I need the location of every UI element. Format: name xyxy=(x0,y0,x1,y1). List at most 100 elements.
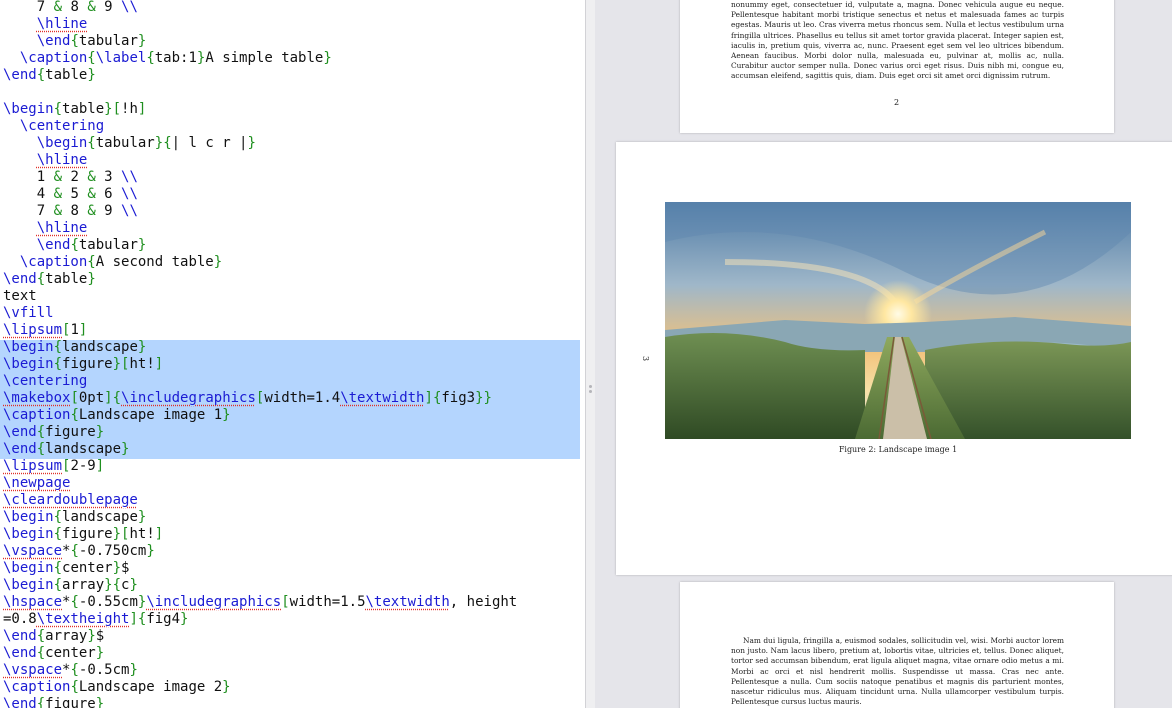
code-line[interactable]: \hspace*{-0.55cm}\includegraphics[width=… xyxy=(3,594,517,611)
code-token: ] xyxy=(129,611,138,627)
code-line[interactable]: \caption{\label{tab:1}A simple table} xyxy=(3,50,332,67)
code-line[interactable]: \centering xyxy=(3,118,104,135)
code-line[interactable]: \vspace*{-0.750cm} xyxy=(3,543,155,560)
code-token: } xyxy=(222,407,231,423)
pane-splitter[interactable] xyxy=(585,0,595,708)
code-line[interactable]: \hline xyxy=(3,152,88,169)
code-token: fig3 xyxy=(441,390,476,406)
code-token: \hline xyxy=(36,152,88,168)
code-token: \makebox xyxy=(3,390,71,406)
code-line[interactable]: =0.8\textheight]{fig4} xyxy=(3,611,188,628)
code-token: center xyxy=(45,645,96,661)
code-line[interactable]: \end{landscape} xyxy=(3,441,129,458)
code-line[interactable]: \newpage xyxy=(3,475,70,492)
code-token: { xyxy=(53,356,63,372)
code-line[interactable]: \end{figure} xyxy=(3,696,104,708)
code-line[interactable]: \end{figure} xyxy=(3,424,104,441)
splitter-grip-icon[interactable] xyxy=(589,385,593,393)
code-token: 5 xyxy=(62,186,88,202)
code-token: { xyxy=(70,679,79,695)
code-token: \hline xyxy=(36,16,88,32)
code-token: \includegraphics xyxy=(146,594,282,610)
code-line[interactable]: \makebox[0pt]{\includegraphics[width=1.4… xyxy=(3,390,492,407)
code-token: { xyxy=(36,271,46,287)
code-token: { xyxy=(36,628,46,644)
code-token: \cleardoublepage xyxy=(3,492,138,508)
code-token: $ xyxy=(121,560,130,576)
code-line[interactable]: \end{array}$ xyxy=(3,628,104,645)
code-token: figure xyxy=(45,696,96,708)
pdf-page-2: nonummy eget, consectetuer id, vulputate… xyxy=(680,0,1114,133)
code-token: \begin xyxy=(3,356,54,372)
code-line[interactable]: \hline xyxy=(3,16,88,33)
code-token: figure xyxy=(62,526,113,542)
code-token: array xyxy=(62,577,105,593)
code-token: { xyxy=(70,33,79,49)
code-line[interactable]: 1 & 2 & 3 \\ xyxy=(3,169,138,186)
page-4-body-text: Nam dui ligula, fringilla a, euismod sod… xyxy=(731,636,1064,707)
code-token: 6 xyxy=(95,186,122,202)
latex-source-editor[interactable]: 7 & 8 & 9 \\ \hline \end{tabular} \capti… xyxy=(0,0,585,708)
code-token: [ xyxy=(112,101,122,117)
code-token: } xyxy=(137,339,147,355)
code-line[interactable]: \lipsum[2-9] xyxy=(3,458,104,475)
code-line[interactable]: \begin{array}{c} xyxy=(3,577,138,594)
code-line[interactable]: \cleardoublepage xyxy=(3,492,138,509)
code-line[interactable]: 7 & 8 & 9 \\ xyxy=(3,203,138,220)
code-token: 2 xyxy=(62,169,88,185)
code-token: { xyxy=(53,101,63,117)
code-token: -0.55cm xyxy=(78,594,138,610)
code-token: 9 xyxy=(95,203,122,219)
code-token: 8 xyxy=(62,203,88,219)
code-line[interactable]: \begin{tabular}{| l c r |} xyxy=(3,135,256,152)
code-line[interactable]: \begin{figure}[ht!] xyxy=(3,526,163,543)
pdf-preview[interactable]: nonummy eget, consectetuer id, vulputate… xyxy=(595,0,1172,708)
code-line[interactable]: \caption{Landscape image 1} xyxy=(3,407,231,424)
code-token: 8 xyxy=(62,0,88,15)
code-line[interactable]: \end{center} xyxy=(3,645,104,662)
code-line[interactable]: \begin{center}$ xyxy=(3,560,129,577)
code-token: $ xyxy=(95,628,105,644)
code-token: { xyxy=(87,254,96,270)
code-line[interactable]: \lipsum[1] xyxy=(3,322,87,339)
code-line[interactable]: \begin{landscape} xyxy=(3,509,146,526)
code-line[interactable]: \end{table} xyxy=(3,271,96,288)
code-line[interactable]: \centering xyxy=(3,373,87,390)
code-line[interactable]: \caption{A second table} xyxy=(3,254,222,271)
code-token: \end xyxy=(36,237,71,253)
code-line[interactable]: \vfill xyxy=(3,305,54,322)
code-token: { xyxy=(53,577,63,593)
code-line[interactable]: \begin{figure}[ht!] xyxy=(3,356,163,373)
code-token: } xyxy=(137,33,147,49)
code-token: \begin xyxy=(3,560,54,576)
code-line[interactable]: \end{table} xyxy=(3,67,96,84)
code-line[interactable]: \begin{table}[!h] xyxy=(3,101,146,118)
code-token: fig4 xyxy=(146,611,181,627)
code-token: 7 xyxy=(3,203,54,219)
code-token: \centering xyxy=(3,373,88,389)
code-token: } xyxy=(146,543,155,559)
landscape-figure-image xyxy=(665,202,1131,439)
code-token: { xyxy=(70,407,79,423)
code-line[interactable]: \end{tabular} xyxy=(3,237,147,254)
code-line[interactable]: \hline xyxy=(3,220,88,237)
code-token: \hspace xyxy=(3,594,63,610)
code-token: \caption xyxy=(19,254,88,270)
code-token: } xyxy=(323,50,332,66)
code-token: 1 xyxy=(3,169,54,185)
code-token: landscape xyxy=(62,339,138,355)
code-line[interactable]: text xyxy=(3,288,37,305)
code-token: } xyxy=(95,424,105,440)
code-token: } xyxy=(112,560,122,576)
code-line[interactable]: \begin{landscape} xyxy=(3,339,146,356)
code-line[interactable]: 4 & 5 & 6 \\ xyxy=(3,186,138,203)
code-token: !h xyxy=(121,101,138,117)
code-line[interactable]: \end{tabular} xyxy=(3,33,147,50)
code-line[interactable]: 7 & 8 & 9 \\ xyxy=(3,0,138,16)
code-line[interactable]: \caption{Landscape image 2} xyxy=(3,679,231,696)
code-token: & xyxy=(87,0,96,15)
code-token: \begin xyxy=(3,339,54,355)
code-token: [ xyxy=(70,390,79,406)
code-line[interactable]: \vspace*{-0.5cm} xyxy=(3,662,138,679)
